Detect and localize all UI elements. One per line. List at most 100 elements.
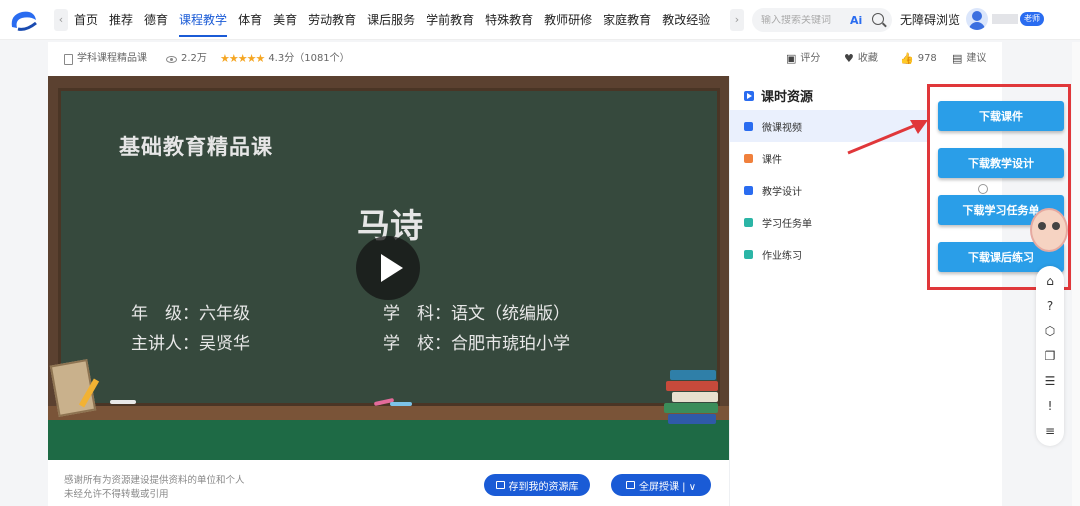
search-icon[interactable]: [872, 13, 884, 25]
download-courseware-button[interactable]: 下载课件: [938, 101, 1064, 131]
rate-label: 评分: [800, 53, 821, 64]
top-navigation: ‹ 首页 推荐 德育 课程教学 体育 美育 劳动教育 课后服务 学前教育 特殊教育 教师研修 家庭教育…: [0, 0, 1080, 40]
view-count-value: 2.2万: [181, 53, 207, 64]
nav-item[interactable]: 美育: [273, 0, 297, 40]
thanks-line-2: 未经允许不得转载或引用: [64, 489, 169, 500]
download-teaching-design-button[interactable]: 下载教学设计: [938, 148, 1064, 178]
suggest-icon: ▤: [952, 52, 963, 65]
video-icon: [744, 90, 754, 101]
board-title: 基础教育精品课: [119, 135, 273, 159]
menu-icon[interactable]: ≡: [1043, 424, 1057, 438]
suggest-button[interactable]: ▤ 建议: [952, 42, 986, 76]
chalk-ledge: [48, 406, 729, 420]
copyright-notice: 感谢所有为资源建设提供资料的单位和个人 未经允许不得转载或引用: [64, 474, 245, 502]
save-to-library-label: 存到我的资源库: [508, 481, 579, 493]
course-type: 学科课程精品课: [64, 42, 147, 76]
grade-line: 年 级：六年级: [131, 304, 250, 324]
resource-item-label: 教学设计: [762, 186, 802, 198]
books-icon: [664, 370, 726, 424]
nav-item[interactable]: 家庭教育: [603, 0, 651, 40]
nav-item[interactable]: 首页: [74, 0, 98, 40]
nav-item[interactable]: 课程教学: [179, 0, 228, 40]
nav-item[interactable]: 推荐: [109, 0, 133, 40]
heart-icon: ♥: [844, 52, 854, 65]
resource-item-label: 课件: [762, 154, 782, 166]
thumbs-up-icon: 👍: [900, 52, 914, 65]
nav-item[interactable]: 特殊教育: [485, 0, 533, 40]
rating: ★★★★★ 4.3分（1081个）: [220, 42, 350, 76]
screen-icon: [625, 481, 635, 489]
nav-item[interactable]: 教师研修: [544, 0, 592, 40]
play-button[interactable]: [356, 236, 420, 300]
tool-rail: ⌂? ⬡ ❐ ☰! ≡: [1036, 266, 1064, 446]
resource-item-label: 学习任务单: [762, 218, 812, 230]
school-line: 学 校：合肥市琥珀小学: [383, 334, 570, 354]
search-box[interactable]: Ai: [752, 8, 892, 32]
nav-prev-arrow[interactable]: ‹: [54, 9, 68, 31]
resource-type-icon: [744, 153, 753, 163]
course-info-bar: 学科课程精品课 2.2万 ★★★★★ 4.3分（1081个） ▣ 评分 ♥ 收藏…: [48, 42, 1002, 76]
nav-item[interactable]: 体育: [238, 0, 262, 40]
cube-icon[interactable]: ⬡: [1043, 324, 1057, 338]
rating-stars-icon: ★★★★★: [220, 52, 265, 65]
nav-items: 首页 推荐 德育 课程教学 体育 美育 劳动教育 课后服务 学前教育 特殊教育 教师研修 家庭教育 教改…: [74, 0, 721, 40]
assistant-mascot-icon[interactable]: [1030, 208, 1068, 252]
nav-item[interactable]: 课后服务: [367, 0, 415, 40]
resource-item[interactable]: 教学设计: [730, 174, 930, 206]
fullscreen-teach-button[interactable]: 全屏授课 | ∨: [611, 474, 711, 496]
ai-search-icon[interactable]: Ai: [850, 14, 862, 27]
note-icon[interactable]: ☰: [1043, 374, 1057, 388]
rate-button[interactable]: ▣ 评分: [786, 42, 820, 76]
subject-line: 学 科：语文（统编版）: [383, 304, 570, 324]
resources-title: 课时资源: [744, 86, 813, 105]
floor: [48, 420, 729, 460]
resource-item[interactable]: 学习任务单: [730, 206, 930, 238]
resource-item-label: 作业练习: [762, 250, 802, 262]
course-type-label: 学科课程精品课: [77, 53, 147, 64]
video-bottom-bar: 感谢所有为资源建设提供资料的单位和个人 未经允许不得转载或引用 存到我的资源库 …: [48, 460, 729, 506]
arrow-icon: [847, 120, 928, 155]
suggest-label: 建议: [966, 53, 987, 64]
copy-icon[interactable]: ❐: [1043, 349, 1057, 363]
thanks-line-1: 感谢所有为资源建设提供资料的单位和个人: [64, 475, 245, 486]
home-icon[interactable]: ⌂: [1043, 274, 1057, 288]
resources-title-label: 课时资源: [761, 90, 814, 105]
scrollbar[interactable]: [1072, 42, 1080, 506]
avatar[interactable]: [966, 8, 988, 30]
help-icon[interactable]: ?: [1043, 299, 1057, 313]
like-button[interactable]: 👍 978: [900, 42, 937, 76]
eye-icon: [166, 55, 177, 63]
course-panel: 学科课程精品课 2.2万 ★★★★★ 4.3分（1081个） ▣ 评分 ♥ 收藏…: [48, 42, 1002, 506]
resource-type-icon: [744, 121, 753, 131]
resource-type-icon: [744, 249, 753, 259]
rate-icon: ▣: [786, 52, 797, 65]
teacher-line: 主讲人：吴贤华: [131, 334, 250, 354]
rating-text: 4.3分（1081个）: [268, 53, 350, 64]
chalk-icon: [110, 400, 136, 404]
video-player[interactable]: 基础教育精品课 马诗 年 级：六年级 学 科：语文（统编版） 主讲人：吴贤华 学…: [48, 76, 729, 460]
fullscreen-teach-label: 全屏授课 | ∨: [638, 481, 697, 493]
search-input[interactable]: [761, 14, 847, 26]
feedback-icon[interactable]: !: [1043, 399, 1057, 413]
chalk-icon: [390, 402, 412, 406]
resource-type-icon: [744, 185, 753, 195]
nav-item[interactable]: 学前教育: [426, 0, 474, 40]
nav-item[interactable]: 教改经验: [662, 0, 710, 40]
nav-next-arrow[interactable]: ›: [730, 9, 744, 31]
resource-type-icon: [744, 217, 753, 227]
view-count: 2.2万: [166, 42, 207, 76]
resource-item[interactable]: 作业练习: [730, 238, 930, 270]
resource-item-label: 微课视频: [762, 122, 802, 134]
folder-icon: [495, 481, 505, 489]
save-to-library-button[interactable]: 存到我的资源库: [484, 474, 590, 496]
document-icon: [64, 53, 73, 65]
collect-label: 收藏: [857, 53, 878, 64]
nav-item[interactable]: 劳动教育: [308, 0, 356, 40]
like-count: 978: [917, 53, 937, 64]
teacher-badge: 老师: [1020, 12, 1044, 26]
nav-item[interactable]: 德育: [144, 0, 168, 40]
site-logo-icon[interactable]: [8, 7, 40, 33]
collect-button[interactable]: ♥ 收藏: [844, 42, 878, 76]
accessible-browse-link[interactable]: 无障碍浏览: [900, 0, 960, 40]
username-placeholder[interactable]: [992, 14, 1018, 24]
